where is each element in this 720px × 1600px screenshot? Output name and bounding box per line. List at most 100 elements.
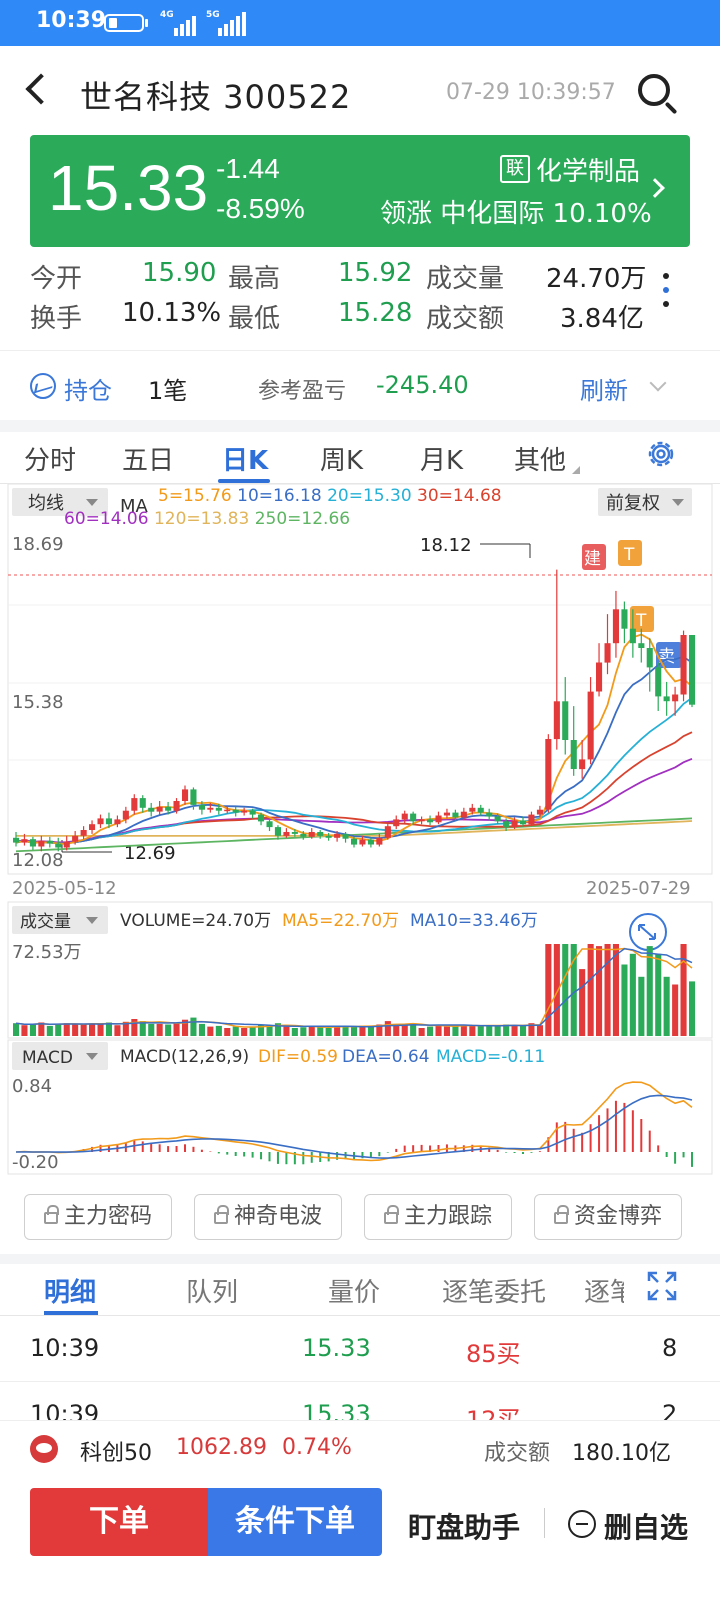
volume-bar bbox=[97, 1023, 104, 1036]
holding-label[interactable]: 持仓 bbox=[64, 371, 112, 406]
holding-count: 1笔 bbox=[148, 377, 188, 405]
ma-legend-row2: 60=14.06 120=13.83 250=12.66 bbox=[64, 509, 350, 529]
status-time: 10:39 bbox=[36, 8, 107, 33]
settings-gear-icon[interactable] bbox=[645, 438, 677, 470]
candle-body bbox=[114, 819, 121, 825]
price-card: 15.33 -1.44 -8.59% 联 化学制品 领涨 中化国际 10.10% bbox=[30, 135, 690, 247]
more-vertical-icon[interactable] bbox=[663, 273, 669, 313]
candle-body bbox=[300, 833, 307, 837]
lock-icon bbox=[553, 1205, 569, 1224]
volume-bar bbox=[198, 1023, 205, 1036]
volume-bar bbox=[680, 944, 687, 1036]
macd-dif: DIF=0.59 bbox=[258, 1047, 338, 1067]
volume-bar bbox=[249, 1026, 256, 1036]
remove-circle-icon[interactable] bbox=[568, 1510, 596, 1538]
candle-body bbox=[427, 819, 434, 823]
battery-tip-icon bbox=[145, 19, 148, 27]
tab-order-by-order[interactable]: 逐笔委托 bbox=[442, 1272, 546, 1309]
sector-leader[interactable]: 领涨 中化国际 10.10% bbox=[380, 193, 652, 230]
tab-detail[interactable]: 明细 bbox=[44, 1272, 96, 1309]
tab-weekly-k[interactable]: 周K bbox=[320, 440, 363, 477]
candle-body bbox=[342, 833, 349, 839]
candle-body bbox=[435, 815, 442, 823]
lock-icon bbox=[213, 1205, 229, 1224]
back-arrow-icon[interactable] bbox=[25, 73, 57, 105]
candle-body bbox=[139, 798, 146, 808]
index-logo-icon bbox=[30, 1435, 58, 1463]
chevron-down-icon[interactable] bbox=[649, 374, 667, 392]
candle-body bbox=[587, 691, 594, 760]
volume-bar bbox=[29, 1024, 36, 1036]
ma-legend-row1: 5=15.76 10=16.18 20=15.30 30=14.68 bbox=[158, 486, 502, 506]
candle-body bbox=[477, 807, 484, 813]
holding-chart-icon[interactable] bbox=[30, 373, 56, 399]
place-order-button[interactable]: 下单 bbox=[30, 1488, 208, 1556]
candle-body bbox=[621, 609, 628, 629]
tab-intraday[interactable]: 分时 bbox=[24, 440, 76, 477]
amount-value: 3.84亿 bbox=[560, 304, 644, 334]
candle-body bbox=[528, 814, 535, 825]
candle-body bbox=[469, 807, 476, 812]
candle-body bbox=[274, 827, 281, 836]
tab-trade-by-trade[interactable]: 逐笔 bbox=[584, 1272, 624, 1309]
low-label: 最低 bbox=[228, 304, 281, 334]
sector-name[interactable]: 化学制品 bbox=[536, 151, 640, 188]
candle-body bbox=[266, 821, 273, 828]
volume-bar bbox=[689, 981, 696, 1036]
volume-bar bbox=[587, 944, 594, 1036]
feature-main-track-button[interactable]: 主力跟踪 bbox=[364, 1194, 512, 1240]
volume-bar bbox=[131, 1019, 138, 1036]
ma-legend-item: 120=13.83 bbox=[149, 509, 250, 529]
volume-bar bbox=[165, 1024, 172, 1036]
remove-watchlist-button[interactable]: 删自选 bbox=[604, 1506, 688, 1546]
tab-volume-price[interactable]: 量价 bbox=[328, 1272, 380, 1309]
feature-main-code-button[interactable]: 主力密码 bbox=[24, 1194, 172, 1240]
expand-icon[interactable] bbox=[646, 1270, 678, 1302]
search-icon[interactable] bbox=[638, 74, 670, 106]
active-tab-indicator bbox=[218, 479, 270, 483]
candle-body bbox=[89, 824, 96, 830]
feature-fund-game-button[interactable]: 资金博弈 bbox=[534, 1194, 682, 1240]
tab-daily-k[interactable]: 日K bbox=[222, 440, 268, 477]
candle-body bbox=[689, 635, 696, 705]
conditional-order-button[interactable]: 条件下单 bbox=[208, 1488, 382, 1556]
volume-bar bbox=[207, 1026, 214, 1036]
candle-body bbox=[97, 818, 104, 825]
candle-body bbox=[638, 643, 645, 648]
lock-icon bbox=[43, 1205, 59, 1224]
volume-dropdown-label: 成交量 bbox=[20, 912, 71, 932]
adjust-label: 前复权 bbox=[606, 493, 660, 514]
watch-assistant-button[interactable]: 盯盘助手 bbox=[408, 1506, 520, 1546]
macd-dropdown-label: MACD bbox=[22, 1048, 73, 1068]
volume-bar bbox=[63, 1023, 70, 1036]
volume-ma10: MA10=33.46万 bbox=[410, 911, 538, 931]
trade-time: 10:39 bbox=[30, 1400, 100, 1422]
macd-text: MACD(12,26,9) bbox=[120, 1047, 249, 1067]
feature-magic-wave-button[interactable]: 神奇电波 bbox=[194, 1194, 342, 1240]
trade-volume: 12买 bbox=[466, 1406, 521, 1422]
tab-monthly-k[interactable]: 月K bbox=[420, 440, 463, 477]
volume-bar bbox=[545, 944, 552, 1036]
volume-bar bbox=[367, 1026, 374, 1036]
tab-five-day[interactable]: 五日 bbox=[122, 440, 174, 477]
amount-label: 成交额 bbox=[426, 304, 505, 334]
volume-bar bbox=[317, 1027, 324, 1036]
signal-4g-icon: 4G bbox=[160, 10, 200, 36]
section-divider bbox=[0, 420, 720, 432]
search-icon-handle[interactable] bbox=[664, 101, 678, 115]
turnover-label: 换手 bbox=[30, 304, 83, 334]
candle-body bbox=[367, 839, 374, 845]
refresh-button[interactable]: 刷新 bbox=[580, 371, 628, 406]
candle-body bbox=[562, 701, 569, 740]
volume-bar bbox=[384, 1021, 391, 1036]
index-ticker-bar[interactable]: 科创50 1062.89 0.74% 成交额 180.10亿 bbox=[0, 1420, 720, 1476]
tab-queue[interactable]: 队列 bbox=[186, 1272, 238, 1309]
candle-body bbox=[359, 839, 366, 845]
volume-bar bbox=[494, 1025, 501, 1036]
volume-value: 24.70万 bbox=[546, 264, 647, 294]
candle-body bbox=[105, 818, 112, 825]
tab-other[interactable]: 其他 bbox=[514, 440, 566, 477]
candle-body bbox=[486, 812, 493, 817]
k-line-chart[interactable]: 均线 MA 5=15.76 10=16.18 20=15.30 30=14.68… bbox=[0, 484, 720, 1184]
index-change: 0.74% bbox=[282, 1435, 352, 1460]
